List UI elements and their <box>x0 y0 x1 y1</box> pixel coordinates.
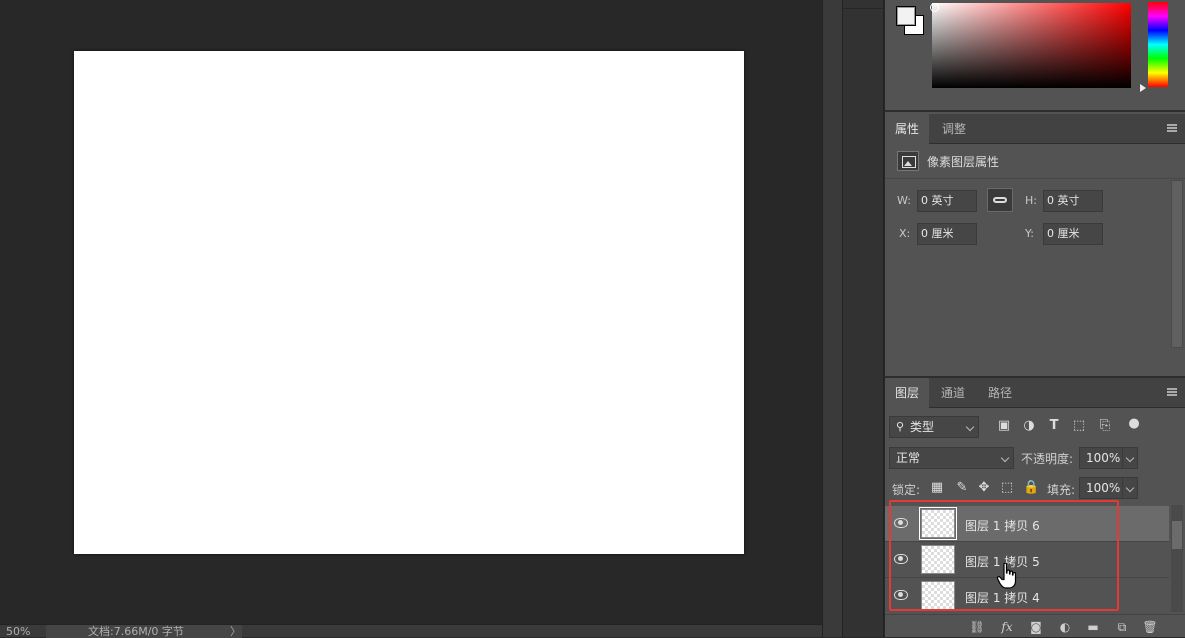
layers-footer-toolbar: ⛓ fx ◙ ◐ ▬ ⧉ 🗑 <box>885 614 1185 637</box>
blend-mode-select[interactable]: 正常 <box>889 447 1014 469</box>
highlight-annotation-box <box>889 500 1119 611</box>
opacity-field[interactable]: 100% <box>1079 447 1123 469</box>
tab-paths[interactable]: 路径 <box>978 378 1022 408</box>
blend-mode-value: 正常 <box>896 451 921 465</box>
hand-cursor-icon <box>996 562 1017 589</box>
y-field[interactable]: 0 厘米 <box>1043 223 1103 245</box>
lock-all-icon[interactable]: 🔒 <box>1023 480 1039 496</box>
new-group-folder-icon[interactable]: ▬ <box>1085 619 1101 635</box>
canvas-workspace[interactable] <box>0 0 822 624</box>
add-mask-icon[interactable]: ◙ <box>1028 619 1044 635</box>
link-layers-icon[interactable]: ⛓ <box>969 619 985 635</box>
filter-shape-icon[interactable]: ⬚ <box>1071 418 1087 434</box>
document-info-text: 文档:7.66M/0 字节 <box>88 625 184 638</box>
status-menu-arrow-icon[interactable]: 〉 <box>230 625 241 638</box>
document-canvas[interactable] <box>74 51 744 554</box>
lock-label: 锁定: <box>892 483 921 497</box>
link-dimensions-button[interactable] <box>987 188 1013 212</box>
color-picker-field[interactable] <box>932 3 1131 88</box>
link-icon <box>993 197 1007 203</box>
layer-filter-value: 类型 <box>910 420 935 434</box>
x-label: X: <box>899 227 911 240</box>
chevron-down-icon <box>1125 453 1135 463</box>
chevron-down-icon <box>1000 453 1010 463</box>
filter-toggle-icon[interactable]: ● <box>1126 416 1142 432</box>
properties-panel-header: 属性 调整 <box>885 114 1185 144</box>
fill-label: 填充: <box>1047 483 1076 497</box>
filter-type-icon[interactable]: T <box>1046 418 1062 434</box>
hue-slider[interactable] <box>1148 2 1168 87</box>
filter-pixel-icon[interactable]: ▣ <box>996 418 1012 434</box>
layer-filter-select[interactable]: ⚲ 类型 <box>889 416 979 438</box>
width-field[interactable]: 0 英寸 <box>917 190 977 212</box>
layers-scroll-thumb[interactable] <box>1172 521 1182 549</box>
tab-adjustments[interactable]: 调整 <box>932 114 976 144</box>
tab-properties[interactable]: 属性 <box>885 114 930 144</box>
pixel-layer-icon <box>897 151 919 171</box>
collapsed-panel-dock[interactable] <box>842 0 885 637</box>
tab-layers[interactable]: 图层 <box>885 378 930 408</box>
x-field[interactable]: 0 厘米 <box>917 223 977 245</box>
layers-panel-header: 图层 通道 路径 <box>885 376 1185 408</box>
zoom-level[interactable]: 50% <box>6 625 30 638</box>
delete-layer-trash-icon[interactable]: 🗑 <box>1142 619 1158 635</box>
foreground-color-swatch[interactable] <box>896 6 916 26</box>
lock-artboard-icon[interactable]: ⬚ <box>999 480 1015 496</box>
tab-channels[interactable]: 通道 <box>931 378 975 408</box>
properties-scroll-thumb[interactable] <box>1172 181 1182 347</box>
properties-title-row: 像素图层属性 <box>885 145 1185 179</box>
panel-menu-icon[interactable] <box>1167 388 1177 396</box>
chevron-down-icon <box>1125 483 1135 493</box>
y-label: Y: <box>1025 227 1034 240</box>
hue-pointer-icon[interactable] <box>1140 84 1146 92</box>
fill-dropdown[interactable] <box>1122 477 1138 499</box>
chevron-down-icon <box>965 422 975 432</box>
new-layer-icon[interactable]: ⧉ <box>1114 619 1130 635</box>
filter-adjustment-icon[interactable]: ◑ <box>1021 418 1037 434</box>
fill-field[interactable]: 100% <box>1079 477 1123 499</box>
properties-title: 像素图层属性 <box>927 155 1000 169</box>
color-panel <box>885 0 1185 112</box>
height-label: H: <box>1025 194 1037 207</box>
adjustment-layer-icon[interactable]: ◐ <box>1057 619 1073 635</box>
search-icon: ⚲ <box>896 420 905 433</box>
lock-transparent-pixels-icon[interactable]: ▦ <box>929 480 945 496</box>
status-bar: 50% 文档:7.66M/0 字节 〉 <box>0 624 822 638</box>
canvas-vertical-scrollbar[interactable] <box>822 0 842 637</box>
layer-style-fx-icon[interactable]: fx <box>999 619 1015 635</box>
filter-smart-object-icon[interactable]: ⎘ <box>1097 418 1113 434</box>
height-field[interactable]: 0 英寸 <box>1043 190 1103 212</box>
opacity-dropdown[interactable] <box>1122 447 1138 469</box>
lock-position-icon[interactable]: ✥ <box>976 480 992 496</box>
document-info[interactable]: 文档:7.66M/0 字节 <box>46 625 242 638</box>
dock-divider <box>843 8 885 9</box>
panel-menu-icon[interactable] <box>1167 124 1177 132</box>
lock-image-pixels-icon[interactable]: ✎ <box>954 480 970 496</box>
color-field-marker[interactable] <box>930 3 939 12</box>
opacity-label: 不透明度: <box>1021 452 1074 466</box>
width-label: W: <box>897 194 911 207</box>
